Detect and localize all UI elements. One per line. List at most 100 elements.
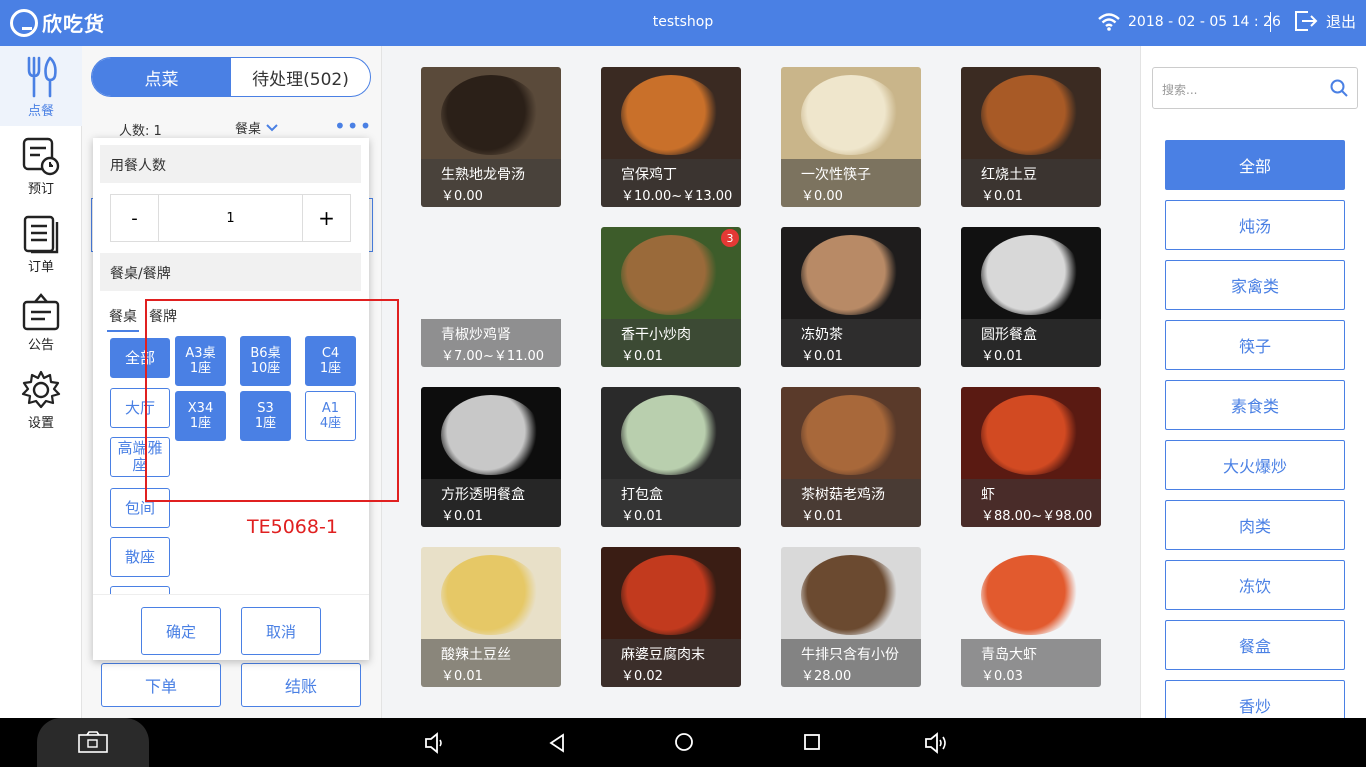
dish-card[interactable]: 青岛大虾 ￥0.03: [961, 547, 1101, 687]
dish-card[interactable]: 麻婆豆腐肉末 ￥0.02: [601, 547, 741, 687]
checkout-button[interactable]: 结账: [241, 663, 361, 707]
dish-caption: 青椒炒鸡肾 ￥7.00~￥11.00: [421, 319, 561, 367]
nav-item-orders[interactable]: 订单: [0, 204, 82, 282]
dish-price: ￥0.01: [621, 349, 663, 364]
confirm-button[interactable]: 确定: [141, 607, 221, 655]
category-button[interactable]: 全部: [1165, 140, 1345, 190]
nav-label: 订单: [27, 260, 54, 275]
category-button[interactable]: 肉类: [1165, 500, 1345, 550]
dish-name: 打包盒: [621, 487, 663, 503]
category-button[interactable]: 大火爆炒: [1165, 440, 1345, 490]
tab-table[interactable]: 餐桌: [107, 306, 139, 332]
search-input[interactable]: 搜索...: [1152, 67, 1358, 109]
dish-name: 圆形餐盒: [981, 327, 1037, 343]
minus-button[interactable]: -: [111, 195, 159, 241]
screenshot-button[interactable]: [37, 718, 149, 767]
system-nav-bar: [0, 718, 1366, 767]
volume-up-icon[interactable]: [924, 731, 950, 755]
dish-price: ￥88.00~￥98.00: [981, 509, 1093, 524]
dish-card[interactable]: 茶树菇老鸡汤 ￥0.01: [781, 387, 921, 527]
dish-price: ￥0.03: [981, 669, 1023, 684]
people-count: 人数: 1: [119, 124, 162, 139]
category-button[interactable]: 筷子: [1165, 320, 1345, 370]
datetime: 2018 - 02 - 05 14 : 26: [1128, 14, 1281, 30]
dish-card[interactable]: 打包盒 ￥0.01: [601, 387, 741, 527]
dish-name: 茶树菇老鸡汤: [801, 487, 885, 503]
dish-name: 冻奶茶: [801, 327, 843, 343]
area-more[interactable]: [110, 586, 170, 594]
dish-card[interactable]: 一次性筷子 ￥0.00: [781, 67, 921, 207]
dish-caption: 麻婆豆腐肉末 ￥0.02: [601, 639, 741, 687]
dish-card[interactable]: 牛排只含有小份 ￥28.00: [781, 547, 921, 687]
nav-item-reservation[interactable]: 预订: [0, 126, 82, 204]
chevron-down-icon: [266, 124, 278, 132]
nav-item-settings[interactable]: 设置: [0, 360, 82, 438]
dish-card[interactable]: 香干小炒肉 ￥0.01 3: [601, 227, 741, 367]
dish-caption: 宫保鸡丁 ￥10.00~￥13.00: [601, 159, 741, 207]
dish-card[interactable]: 红烧土豆 ￥0.01: [961, 67, 1101, 207]
category-button[interactable]: 冻饮: [1165, 560, 1345, 610]
category-button[interactable]: 家禽类: [1165, 260, 1345, 310]
category-panel: 搜索... 全部 炖汤 家禽类 筷子 素食类 大火爆炒 肉类 冻饮 餐盒 香炒: [1140, 46, 1366, 730]
dish-caption: 一次性筷子 ￥0.00: [781, 159, 921, 207]
category-button[interactable]: 素食类: [1165, 380, 1345, 430]
dish-card[interactable]: 冻奶茶 ￥0.01: [781, 227, 921, 367]
nav-item-order[interactable]: 点餐: [0, 46, 82, 126]
dish-price: ￥10.00~￥13.00: [621, 189, 733, 204]
dish-card[interactable]: 生熟地龙骨汤 ￥0.00: [421, 67, 561, 207]
submit-order-button[interactable]: 下单: [101, 663, 221, 707]
volume-down-icon[interactable]: [424, 732, 444, 754]
logout-icon: [1295, 11, 1318, 31]
table-label: 餐桌: [235, 122, 262, 137]
back-icon[interactable]: [548, 733, 566, 753]
home-icon[interactable]: [674, 732, 694, 752]
recent-apps-icon[interactable]: [803, 733, 821, 751]
dish-name: 牛排只含有小份: [801, 647, 899, 663]
dish-image: [801, 235, 901, 315]
popup-footer: 确定 取消: [93, 594, 369, 660]
dish-price: ￥0.00: [801, 189, 843, 204]
plus-button[interactable]: +: [302, 195, 350, 241]
utensils-icon: [27, 56, 57, 98]
dish-image: [801, 555, 901, 635]
search-icon[interactable]: [1330, 79, 1348, 97]
dish-name: 一次性筷子: [801, 167, 871, 183]
dish-price: ￥0.01: [801, 509, 843, 524]
category-button[interactable]: 餐盒: [1165, 620, 1345, 670]
nav-item-notice[interactable]: 公告: [0, 282, 82, 360]
dish-card[interactable]: 青椒炒鸡肾 ￥7.00~￥11.00: [421, 227, 561, 367]
dish-image: [621, 75, 721, 155]
tab-order[interactable]: 点菜: [92, 58, 231, 96]
cancel-button[interactable]: 取消: [241, 607, 321, 655]
dish-name: 生熟地龙骨汤: [441, 167, 525, 183]
logout-button[interactable]: 退出: [1294, 10, 1356, 32]
dish-price: ￥28.00: [801, 669, 852, 684]
dish-image: [441, 75, 541, 155]
nav-label: 点餐: [27, 104, 54, 119]
area-open-seating[interactable]: 散座: [110, 537, 170, 577]
dish-name: 香干小炒肉: [621, 327, 691, 343]
dish-card[interactable]: 方形透明餐盒 ￥0.01: [421, 387, 561, 527]
wifi-icon: [1098, 13, 1120, 31]
dish-card[interactable]: 圆形餐盒 ￥0.01: [961, 227, 1101, 367]
dish-image: [981, 235, 1081, 315]
dish-image: [621, 235, 721, 315]
dish-image: [981, 555, 1081, 635]
dish-card[interactable]: 宫保鸡丁 ￥10.00~￥13.00: [601, 67, 741, 207]
nav-label: 公告: [27, 338, 54, 353]
order-list-icon: [23, 215, 59, 254]
notice-board-icon: [22, 293, 60, 331]
dish-price: ￥0.02: [621, 669, 663, 684]
dish-image: [801, 75, 901, 155]
diners-count[interactable]: 1: [159, 195, 302, 241]
dish-card[interactable]: 虾 ￥88.00~￥98.00: [961, 387, 1101, 527]
dish-caption: 香干小炒肉 ￥0.01: [601, 319, 741, 367]
dish-caption: 茶树菇老鸡汤 ￥0.01: [781, 479, 921, 527]
table-selector[interactable]: 餐桌: [235, 118, 279, 137]
dish-caption: 打包盒 ￥0.01: [601, 479, 741, 527]
category-button[interactable]: 炖汤: [1165, 200, 1345, 250]
more-icon[interactable]: •••: [334, 114, 372, 138]
tab-pending[interactable]: 待处理(502): [231, 58, 370, 96]
dish-image: [621, 555, 721, 635]
dish-card[interactable]: 酸辣土豆丝 ￥0.01: [421, 547, 561, 687]
